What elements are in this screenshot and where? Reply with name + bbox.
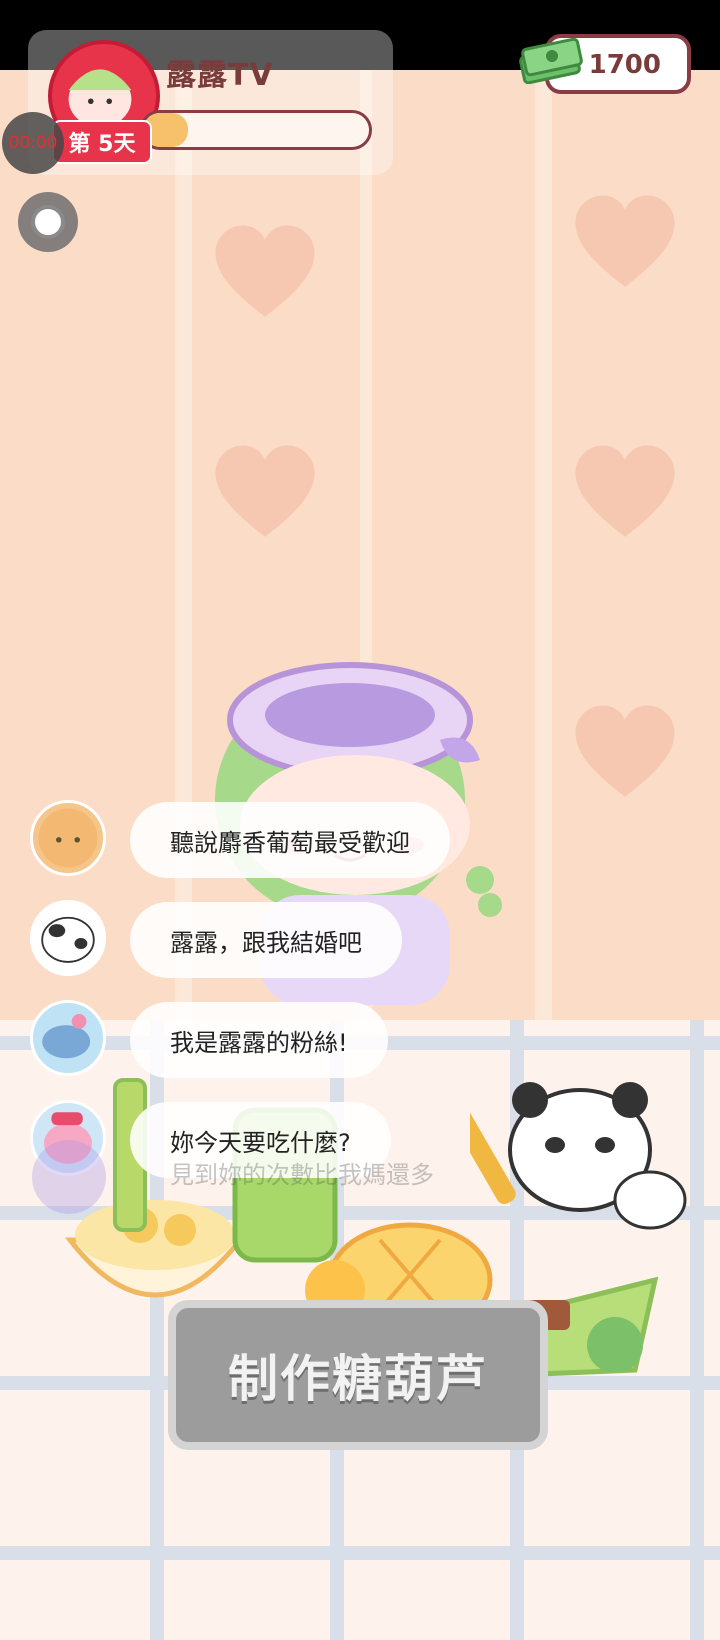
fading-user-avatar xyxy=(32,1140,106,1214)
chat-bubble: 聽說麝香葡萄最受歡迎 xyxy=(130,802,450,878)
streamer-name: 露露TV xyxy=(166,58,274,93)
heart-icon xyxy=(575,705,675,797)
heart-icon xyxy=(575,445,675,537)
day-progress-bar xyxy=(140,110,372,150)
wall-stripe xyxy=(540,70,552,1020)
cash-stack-icon xyxy=(519,37,583,84)
chat-bubble: 露露，跟我結婚吧 xyxy=(130,902,402,978)
user-avatar[interactable] xyxy=(30,800,106,876)
chat-bubble: 我是露露的粉絲! xyxy=(130,1002,388,1078)
panda-icon xyxy=(470,1082,687,1230)
heart-icon xyxy=(575,195,675,287)
make-candied-fruit-label: 制作糖葫芦 xyxy=(228,1350,488,1408)
money-value: 1700 xyxy=(588,50,661,80)
make-candied-fruit-button[interactable]: 制作糖葫芦 xyxy=(168,1300,548,1450)
recording-timer[interactable]: 00:00 xyxy=(2,112,64,174)
cow-icon xyxy=(41,916,95,963)
user-avatar[interactable] xyxy=(30,1000,106,1076)
heart-icon xyxy=(215,225,315,317)
shark-icon xyxy=(42,1014,91,1059)
heart-icon xyxy=(215,445,315,537)
day-badge: 第 5天 xyxy=(52,120,152,164)
potato-face-icon xyxy=(38,808,98,868)
record-dot-icon xyxy=(31,205,65,239)
fading-chat-message: 見到妳的次數比我媽還多 xyxy=(170,1161,434,1189)
user-avatar[interactable] xyxy=(30,900,106,976)
record-button[interactable] xyxy=(18,192,78,252)
